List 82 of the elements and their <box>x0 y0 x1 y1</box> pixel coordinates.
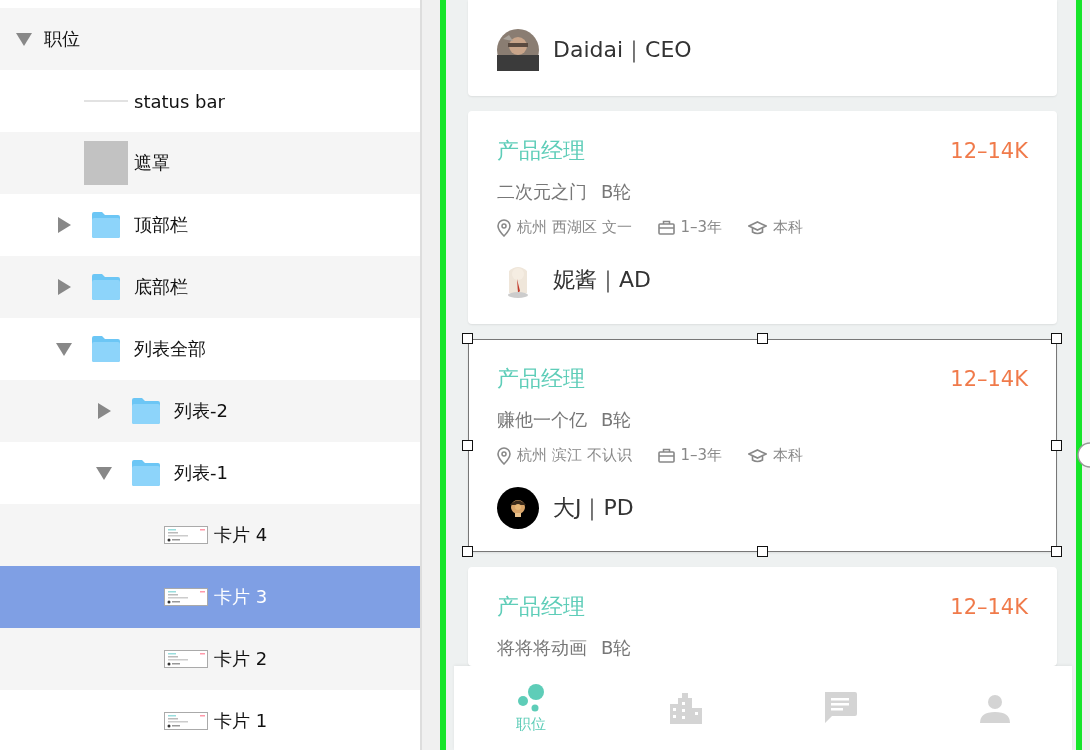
folder-icon <box>131 397 161 425</box>
card-thumbnail-icon <box>164 650 208 668</box>
experience: 1–3年 <box>680 446 723 465</box>
education: 本科 <box>773 446 804 465</box>
company-name: 赚他一个亿 <box>497 408 587 432</box>
recruiter-name: Daidai｜CEO <box>553 36 692 65</box>
rectangle-icon <box>84 141 128 185</box>
disclosure-triangle-icon[interactable] <box>56 341 72 357</box>
layer-row[interactable]: 列表-2 <box>0 380 420 442</box>
layer-row[interactable]: status bar <box>0 70 420 132</box>
person-icon <box>979 693 1010 723</box>
layer-name: 职位 <box>44 27 80 51</box>
resize-handle[interactable] <box>756 333 768 344</box>
job-card[interactable]: 产品经理 12–14K 将将将动画 B轮 <box>468 567 1057 666</box>
salary: 12–14K <box>950 595 1028 619</box>
education: 本科 <box>773 218 804 237</box>
layer-name: 列表-2 <box>174 399 228 423</box>
disclosure-triangle-icon[interactable] <box>96 403 112 419</box>
disclosure-triangle-icon[interactable] <box>16 31 32 47</box>
company-name: 将将将动画 <box>497 636 587 660</box>
job-title: 产品经理 <box>497 365 585 393</box>
layer-row[interactable]: 卡片 2 <box>0 628 420 690</box>
layer-name: 列表-1 <box>174 461 228 485</box>
chat-icon <box>822 690 859 726</box>
resize-handle[interactable] <box>1051 439 1062 451</box>
job-title: 产品经理 <box>497 137 585 165</box>
disclosure-triangle-icon[interactable] <box>96 465 112 481</box>
layer-name: 卡片 2 <box>214 647 268 671</box>
folder-icon <box>91 211 121 239</box>
recruiter-name: 妮酱｜AD <box>553 266 651 295</box>
briefcase-icon <box>657 220 675 235</box>
layer-row[interactable]: 职位 <box>0 8 420 70</box>
resize-handle[interactable] <box>756 546 768 557</box>
resize-handle[interactable] <box>462 439 473 451</box>
folder-icon <box>91 273 121 301</box>
company-name: 二次元之门 <box>497 180 587 204</box>
funding-round: B轮 <box>601 408 632 432</box>
layer-name: 卡片 4 <box>214 523 268 547</box>
layer-name: 卡片 3 <box>214 585 268 609</box>
layer-row[interactable]: 遮罩 <box>0 132 420 194</box>
layer-name: 底部栏 <box>134 275 188 299</box>
resize-handle[interactable] <box>1051 333 1062 344</box>
recruiter-name: 大J｜PD <box>553 494 634 523</box>
card-thumbnail-icon <box>164 588 208 606</box>
layer-row[interactable]: 卡片 4 <box>0 504 420 566</box>
bubbles-icon <box>516 682 547 713</box>
funding-round: B轮 <box>601 180 632 204</box>
job-card[interactable]: 产品经理 12–14K 二次元之门 B轮 杭州 西湖区 文一 1–3年 本科 妮酱｜AD <box>468 111 1057 324</box>
card-thumbnail-icon <box>164 526 208 544</box>
disclosure-triangle-icon[interactable] <box>56 217 72 233</box>
job-card[interactable]: 产品经理 12–14K 赚他一个亿 B轮 杭州 滨江 不认识 1–3年 本科 大J｜PD <box>468 339 1057 552</box>
location: 杭州 西湖区 文一 <box>517 218 632 237</box>
job-title: 产品经理 <box>497 593 585 621</box>
funding-round: B轮 <box>601 636 632 660</box>
layer-name: 遮罩 <box>134 151 170 175</box>
layer-name: status bar <box>134 90 225 112</box>
card-thumbnail-icon <box>164 712 208 730</box>
location: 杭州 滨江 不认识 <box>517 446 632 465</box>
graduation-cap-icon <box>748 220 768 235</box>
location-pin-icon <box>497 446 511 465</box>
folder-icon <box>131 459 161 487</box>
folder-icon <box>91 335 121 363</box>
graduation-cap-icon <box>748 448 768 463</box>
salary: 12–14K <box>950 139 1028 163</box>
layer-row[interactable]: 卡片 1 <box>0 690 420 750</box>
resize-handle[interactable] <box>1051 546 1062 557</box>
job-card[interactable]: Daidai｜CEO <box>468 0 1057 96</box>
location-pin-icon <box>497 218 511 237</box>
layer-name: 顶部栏 <box>134 213 188 237</box>
layer-name: 卡片 1 <box>214 709 268 733</box>
salary: 12–14K <box>950 367 1028 391</box>
disclosure-triangle-icon[interactable] <box>56 279 72 295</box>
briefcase-icon <box>657 448 675 463</box>
layer-row[interactable]: 顶部栏 <box>0 194 420 256</box>
layer-row[interactable]: 列表全部 <box>0 318 420 380</box>
resize-handle[interactable] <box>462 333 473 344</box>
layer-row[interactable]: 列表-1 <box>0 442 420 504</box>
resize-handle[interactable] <box>462 546 473 557</box>
experience: 1–3年 <box>680 218 723 237</box>
building-icon <box>669 692 702 724</box>
layer-row[interactable]: 底部栏 <box>0 256 420 318</box>
layer-name: 列表全部 <box>134 337 206 361</box>
